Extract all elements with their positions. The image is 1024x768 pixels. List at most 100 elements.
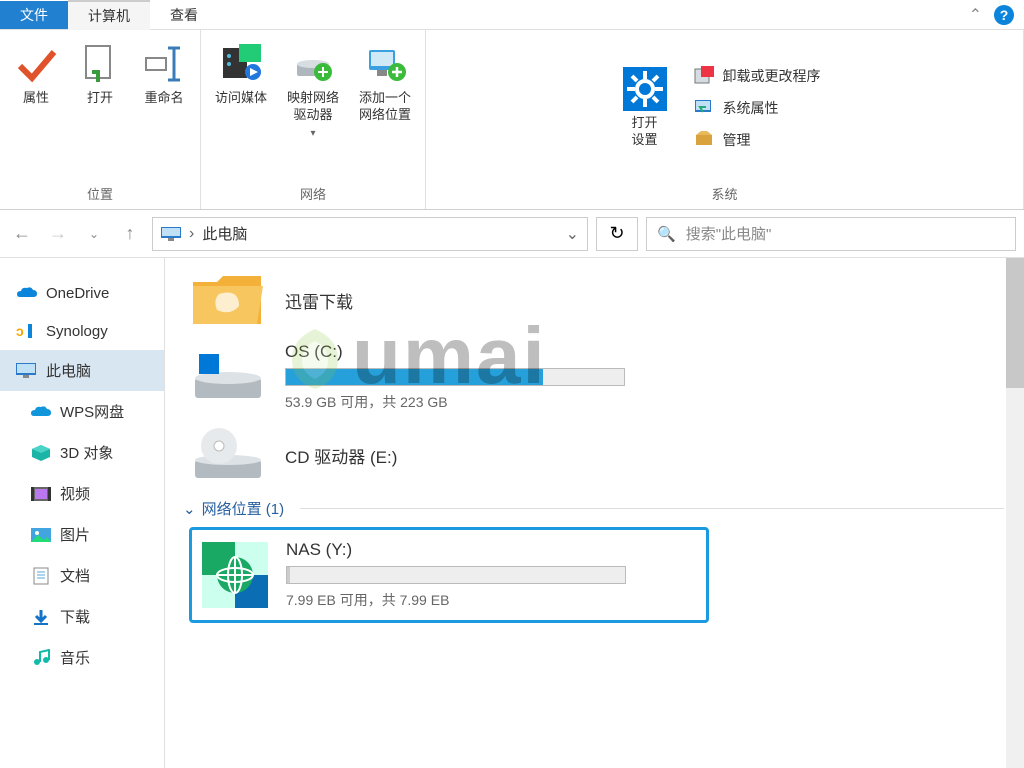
- map-drive-icon: [291, 42, 335, 86]
- refresh-button[interactable]: ↻: [596, 217, 638, 251]
- open-label: 打开: [87, 90, 113, 107]
- sidebar-label: 音乐: [60, 647, 90, 668]
- manage-icon: [693, 129, 715, 151]
- search-icon: 🔍: [657, 225, 676, 243]
- svg-text:ɔ: ɔ: [16, 323, 24, 339]
- drive-nas-y[interactable]: NAS (Y:) 7.99 EB 可用，共 7.99 EB: [189, 527, 709, 623]
- sidebar-onedrive[interactable]: OneDrive: [0, 274, 164, 312]
- ribbon-tabs: 文件 计算机 查看 ⌃ ?: [0, 0, 1024, 30]
- chevron-down-icon: ▾: [311, 128, 316, 139]
- map-drive-label: 映射网络 驱动器: [287, 90, 339, 124]
- synology-icon: ɔ: [16, 322, 38, 340]
- address-text: 此电脑: [202, 223, 557, 244]
- objects3d-icon: [30, 444, 52, 462]
- add-location-label: 添加一个 网络位置: [359, 90, 411, 124]
- access-media-button[interactable]: 访问媒体: [211, 38, 271, 111]
- sidebar-label: 下载: [60, 606, 90, 627]
- sidebar-3d-objects[interactable]: 3D 对象: [0, 432, 164, 473]
- drive-icon: [189, 348, 267, 406]
- system-properties-icon: [693, 97, 715, 119]
- this-pc-icon: [161, 227, 181, 241]
- content-pane: 迅雷下载 OS (C:) 53.9 GB 可用，共 223 GB CD 驱动器 …: [165, 258, 1024, 768]
- open-settings-label: 打开 设置: [632, 115, 658, 149]
- recent-dropdown[interactable]: ⌄: [80, 220, 108, 248]
- address-dropdown-icon[interactable]: ⌄: [566, 224, 579, 244]
- cd-drive-icon: [189, 426, 267, 484]
- sidebar-this-pc[interactable]: 此电脑: [0, 350, 164, 391]
- section-label: 网络位置 (1): [202, 498, 285, 519]
- folder-label: 迅雷下载: [285, 288, 353, 313]
- uninstall-button[interactable]: 卸载或更改程序: [693, 65, 821, 87]
- sidebar-label: WPS网盘: [60, 401, 124, 422]
- rename-label: 重命名: [144, 90, 183, 107]
- group-system-label: 系统: [712, 178, 738, 205]
- folder-xunlei[interactable]: 迅雷下载: [189, 268, 1004, 332]
- add-location-button[interactable]: 添加一个 网络位置: [355, 38, 415, 128]
- sidebar-label: Synology: [46, 323, 108, 340]
- sidebar-music[interactable]: 音乐: [0, 637, 164, 678]
- search-placeholder: 搜索"此电脑": [686, 223, 772, 244]
- drive-usage-bar: [285, 368, 625, 386]
- rename-icon: [142, 42, 186, 86]
- drive-usage-bar: [286, 566, 626, 584]
- chevron-down-icon: ⌄: [183, 500, 196, 518]
- drive-free-text: 53.9 GB 可用，共 223 GB: [285, 392, 625, 412]
- sidebar-downloads[interactable]: 下载: [0, 596, 164, 637]
- system-properties-button[interactable]: 系统属性: [693, 97, 821, 119]
- gear-icon: [623, 67, 667, 111]
- open-settings-button[interactable]: 打开 设置: [619, 63, 671, 153]
- ribbon-group-network: 访问媒体 映射网络 驱动器 ▾ 添加一个 网络位置 网络: [201, 30, 426, 209]
- sidebar-pictures[interactable]: 图片: [0, 514, 164, 555]
- back-button[interactable]: ←: [8, 220, 36, 248]
- system-properties-label: 系统属性: [723, 98, 779, 118]
- tab-view[interactable]: 查看: [150, 1, 218, 29]
- tab-computer[interactable]: 计算机: [68, 0, 150, 30]
- up-button[interactable]: ↑: [116, 220, 144, 248]
- ribbon-group-location: 属性 打开 重命名 位置: [0, 30, 201, 209]
- sidebar-label: 图片: [60, 524, 90, 545]
- add-location-icon: [363, 42, 407, 86]
- wps-icon: [30, 403, 52, 421]
- drive-free-text: 7.99 EB 可用，共 7.99 EB: [286, 590, 626, 610]
- drive-label: NAS (Y:): [286, 540, 626, 560]
- properties-icon: [14, 42, 58, 86]
- rename-button[interactable]: 重命名: [138, 38, 190, 111]
- sidebar-documents[interactable]: 文档: [0, 555, 164, 596]
- sidebar-synology[interactable]: ɔ Synology: [0, 312, 164, 350]
- search-box[interactable]: 🔍 搜索"此电脑": [646, 217, 1016, 251]
- scroll-thumb[interactable]: [1006, 258, 1024, 388]
- pictures-icon: [30, 526, 52, 544]
- onedrive-icon: [16, 284, 38, 302]
- sidebar-wps[interactable]: WPS网盘: [0, 391, 164, 432]
- help-icon[interactable]: ?: [994, 5, 1014, 25]
- group-location-label: 位置: [87, 178, 113, 205]
- ribbon: 属性 打开 重命名 位置 访问媒体 映射网络 驱动器 ▾: [0, 30, 1024, 210]
- access-media-icon: [219, 42, 263, 86]
- properties-button[interactable]: 属性: [10, 38, 62, 111]
- collapse-ribbon-icon[interactable]: ⌃: [969, 5, 982, 25]
- network-drive-icon: [202, 542, 268, 608]
- access-media-label: 访问媒体: [215, 90, 267, 107]
- address-bar: ← → ⌄ ↑ › 此电脑 ⌄ ↻ 🔍 搜索"此电脑": [0, 210, 1024, 258]
- forward-button[interactable]: →: [44, 220, 72, 248]
- sidebar-videos[interactable]: 视频: [0, 473, 164, 514]
- tab-file[interactable]: 文件: [0, 1, 68, 29]
- scrollbar[interactable]: [1006, 258, 1024, 768]
- address-input[interactable]: › 此电脑 ⌄: [152, 217, 588, 251]
- open-button[interactable]: 打开: [74, 38, 126, 111]
- music-icon: [30, 649, 52, 667]
- drive-label: CD 驱动器 (E:): [285, 443, 397, 468]
- manage-label: 管理: [723, 130, 751, 150]
- section-network-locations[interactable]: ⌄ 网络位置 (1): [183, 498, 1004, 519]
- drive-cd-e[interactable]: CD 驱动器 (E:): [189, 426, 1004, 484]
- drive-label: OS (C:): [285, 342, 625, 362]
- downloads-icon: [30, 608, 52, 626]
- ribbon-group-system: 打开 设置 卸载或更改程序 系统属性 管理 系统: [426, 30, 1024, 209]
- sidebar-label: 文档: [60, 565, 90, 586]
- map-drive-button[interactable]: 映射网络 驱动器 ▾: [283, 38, 343, 143]
- drive-os-c[interactable]: OS (C:) 53.9 GB 可用，共 223 GB: [189, 342, 1004, 412]
- manage-button[interactable]: 管理: [693, 129, 821, 151]
- videos-icon: [30, 485, 52, 503]
- group-network-label: 网络: [300, 178, 326, 205]
- crumb-sep: ›: [189, 225, 194, 243]
